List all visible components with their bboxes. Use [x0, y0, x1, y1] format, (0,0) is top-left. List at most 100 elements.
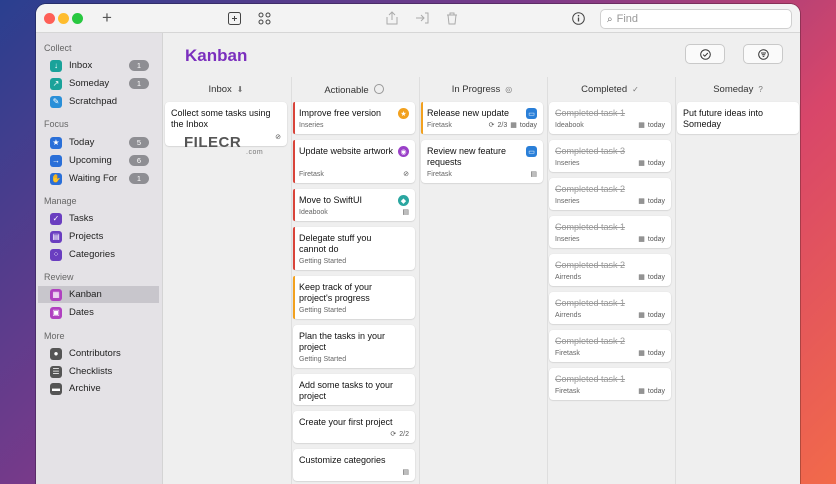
task-title: Delegate stuff you cannot do — [299, 233, 372, 254]
count-badge: 5 — [129, 137, 149, 148]
task-title: Customize categories — [299, 455, 386, 465]
sidebar-item-inbox[interactable]: ↓ Inbox 1 — [38, 57, 159, 74]
sidebar-item-contributors[interactable]: ● Contributors — [38, 345, 159, 362]
task-card[interactable]: Completed task 2 Airrends ▦ today — [549, 254, 671, 286]
attachment-icon: ⊘ — [403, 171, 409, 178]
task-card[interactable]: Delegate stuff you cannot do Getting Sta… — [293, 227, 415, 270]
sidebar-item-label: Categories — [69, 249, 115, 260]
task-meta: ▦ today — [638, 349, 665, 358]
checklists-icon: ☰ — [50, 365, 62, 378]
column-header-actionable: Actionable — [291, 84, 417, 96]
star-icon: ★ — [50, 136, 62, 149]
sidebar-item-scratchpad[interactable]: ✎ Scratchpad — [38, 93, 159, 110]
app-window: + ⌕ Find Collect ↓ Inbox 1 ↗ Someday 1 ✎… — [36, 4, 800, 484]
column-title: Inbox — [208, 84, 232, 95]
task-card[interactable]: Update website artwork ◉ Firetask ⊘ — [293, 140, 415, 183]
trash-icon[interactable] — [444, 9, 460, 27]
task-title: Completed task 1 — [555, 108, 626, 118]
info-icon[interactable] — [570, 9, 586, 27]
sidebar-item-categories[interactable]: ⁘ Categories — [38, 246, 159, 263]
task-card[interactable]: Plan the tasks in your project Getting S… — [293, 325, 415, 368]
priority-accent — [293, 102, 295, 134]
task-card[interactable]: Completed task 1 Airrends ▦ today — [549, 292, 671, 324]
task-meta: ▦ today — [638, 387, 665, 396]
sidebar-item-label: Dates — [69, 307, 94, 318]
move-icon[interactable] — [414, 9, 430, 27]
sidebar-item-dates[interactable]: ▣ Dates — [38, 304, 159, 321]
due-date: today — [647, 387, 665, 395]
calendar-icon: ▦ — [638, 198, 645, 205]
task-project: Firetask — [427, 171, 452, 178]
task-card[interactable]: Completed task 1 Firetask ▦ today — [549, 368, 671, 400]
task-title: Completed task 3 — [555, 146, 626, 156]
checklist-meta: ⟳ 2/2 — [390, 430, 409, 439]
task-title: Improve free version — [299, 108, 382, 118]
sidebar-item-label: Scratchpad — [69, 96, 118, 107]
task-card[interactable]: Put future ideas into Someday — [677, 102, 799, 134]
sidebar-item-kanban[interactable]: ▦ Kanban — [38, 286, 159, 303]
someday-icon: ↗ — [50, 77, 62, 90]
calendar-icon: ▦ — [638, 160, 645, 167]
task-card[interactable]: Completed task 1 Inseries ▦ today — [549, 216, 671, 248]
sidebar-item-checklists[interactable]: ☰ Checklists — [38, 363, 159, 380]
filter-button[interactable] — [743, 44, 783, 64]
task-card[interactable]: Completed task 2 Inseries ▦ today — [549, 178, 671, 210]
task-project: Firetask — [555, 388, 580, 395]
due-date: today — [647, 273, 665, 281]
task-card[interactable]: Improve free version ★ Inseries — [293, 102, 415, 134]
sidebar-item-tasks[interactable]: ✓ Tasks — [38, 210, 159, 227]
grid-icon[interactable] — [256, 9, 272, 27]
search-field[interactable]: ⌕ Find — [600, 9, 792, 29]
plus-icon[interactable]: + — [100, 8, 114, 27]
task-card[interactable]: Completed task 2 Firetask ▦ today — [549, 330, 671, 362]
task-project: Inseries — [555, 198, 580, 205]
star-icon: ★ — [398, 108, 409, 119]
scratchpad-icon: ✎ — [50, 95, 62, 108]
task-card[interactable]: Review new feature requests ▭ Firetask ▤ — [421, 140, 543, 183]
column-header-someday: Someday? — [675, 84, 800, 95]
sidebar-item-today[interactable]: ★ Today 5 — [38, 134, 159, 151]
task-meta: ▦ today — [638, 235, 665, 244]
in-progress-icon: ◎ — [505, 85, 513, 94]
task-card[interactable]: Add some tasks to your project — [293, 374, 415, 405]
zoom-window-button[interactable] — [72, 13, 83, 24]
sidebar-item-someday[interactable]: ↗ Someday 1 — [38, 75, 159, 92]
count-badge: 1 — [129, 173, 149, 184]
calendar-icon: ▦ — [638, 388, 645, 395]
task-card[interactable]: Move to SwiftUI ◆ Ideabook ▤ — [293, 189, 415, 221]
sidebar-section-focus: Focus — [44, 119, 69, 129]
share-icon[interactable] — [384, 9, 400, 27]
column-header-completed: Completed ✓ — [547, 84, 673, 95]
task-card[interactable]: Completed task 3 Inseries ▦ today — [549, 140, 671, 172]
dates-icon: ▣ — [50, 306, 62, 319]
column-title: In Progress — [451, 84, 501, 95]
question-icon: ? — [758, 85, 763, 94]
column-header-inbox: Inbox ⬇ — [163, 84, 289, 95]
sidebar-item-waiting-for[interactable]: ✋ Waiting For 1 — [38, 170, 159, 187]
sidebar-item-projects[interactable]: ▤ Projects — [38, 228, 159, 245]
task-card[interactable]: Completed task 1 Ideabook ▦ today — [549, 102, 671, 134]
task-project: Airrends — [555, 274, 582, 281]
complete-button[interactable] — [685, 44, 725, 64]
task-card[interactable]: Release new update ▭ Firetask ⟳ 2/3 ▦ to… — [421, 102, 543, 134]
sidebar-item-label: Archive — [69, 383, 101, 394]
calendar-icon: ▦ — [638, 312, 645, 319]
task-project: Getting Started — [299, 258, 347, 265]
sidebar-item-upcoming[interactable]: → Upcoming 6 — [38, 152, 159, 169]
add-to-sidebar-icon[interactable] — [226, 9, 242, 27]
task-meta: ▦ today — [638, 121, 665, 130]
priority-accent — [421, 102, 423, 134]
task-meta: ▦ today — [638, 273, 665, 282]
task-project: Firetask — [427, 122, 452, 129]
sidebar-item-archive[interactable]: ▬ Archive — [38, 380, 159, 397]
priority-accent — [293, 227, 295, 270]
categories-icon: ⁘ — [50, 248, 62, 261]
close-window-button[interactable] — [44, 13, 55, 24]
task-project: Getting Started — [299, 356, 347, 363]
task-project: Inseries — [555, 236, 580, 243]
task-card[interactable]: Customize categories ▤ — [293, 449, 415, 481]
task-project: Ideabook — [555, 122, 584, 129]
task-card[interactable]: Keep track of your project's progress Ge… — [293, 276, 415, 319]
minimize-window-button[interactable] — [58, 13, 69, 24]
task-card[interactable]: Create your first project ⟳ 2/2 — [293, 411, 415, 443]
